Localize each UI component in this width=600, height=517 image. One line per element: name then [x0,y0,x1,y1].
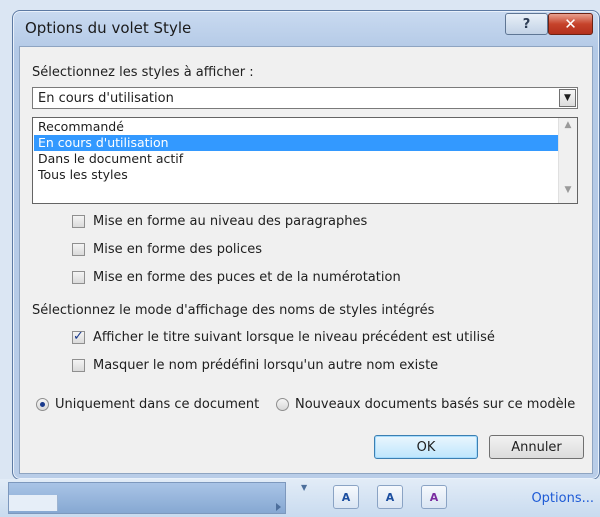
checkbox-hide-builtin-name[interactable]: Masquer le nom prédéfini lorsqu'un autre… [72,358,438,373]
cancel-button[interactable]: Annuler [489,435,584,459]
styles-dropdown-value: En cours d'utilisation [38,91,174,106]
checkbox-bullets-format[interactable]: Mise en forme des puces et de la numérot… [72,270,401,285]
dropdown-scrollbar[interactable]: ▲ ▼ [558,118,577,203]
radio-this-document[interactable]: Uniquement dans ce document [36,397,259,412]
checkbox-label: Mise en forme au niveau des paragraphes [93,214,368,229]
chevron-down-icon[interactable]: ▼ [559,89,576,107]
checkbox-show-next-heading[interactable]: Afficher le titre suivant lorsque le niv… [72,329,495,345]
dropdown-option-tous-les-styles[interactable]: Tous les styles [34,167,559,183]
scroll-down-icon[interactable]: ▼ [559,185,577,201]
new-style-icon[interactable]: A [333,485,359,509]
dialog-title: Options du volet Style [25,19,192,37]
manage-styles-icon[interactable]: A [421,485,447,509]
checkbox-label: Mise en forme des puces et de la numérot… [93,270,401,285]
checkbox-label: Afficher le titre suivant lorsque le niv… [93,330,495,345]
expand-arrow-icon[interactable] [276,503,281,511]
help-button[interactable]: ? [505,13,548,35]
checkbox-icon[interactable] [72,215,85,228]
radio-selected-icon[interactable] [36,398,49,411]
checkbox-checked-icon[interactable] [72,329,85,344]
select-styles-label: Sélectionnez les styles à afficher : [32,65,254,80]
dropdown-option-document-actif[interactable]: Dans le document actif [34,151,559,167]
checkbox-label: Mise en forme des polices [93,242,263,257]
dropdown-option-en-cours[interactable]: En cours d'utilisation [34,135,559,151]
radio-label: Nouveaux documents basés sur ce modèle [295,397,576,412]
close-button[interactable]: ✕ [548,13,593,35]
checkbox-icon[interactable] [72,243,85,256]
scroll-up-icon[interactable]: ▲ [559,120,577,136]
manage-styles-glyph: A [429,490,439,504]
radio-label: Uniquement dans ce document [55,397,260,412]
checkbox-font-format[interactable]: Mise en forme des polices [72,242,262,257]
styles-dropdown[interactable]: En cours d'utilisation ▼ [32,87,578,109]
dialog-body: Sélectionnez les styles à afficher : En … [19,46,593,474]
options-link[interactable]: Options... [531,491,594,506]
dialog-window: Options du volet Style ? ✕ Sélectionnez … [12,10,600,480]
pin-icon[interactable]: ▼ [301,483,307,492]
styles-pane-footer: ▼ A A A Options... [0,479,600,517]
radio-icon[interactable] [276,398,289,411]
checkbox-icon[interactable] [72,271,85,284]
dropdown-option-recommande[interactable]: Recommandé [34,119,559,135]
checkbox-paragraph-format[interactable]: Mise en forme au niveau des paragraphes [72,214,367,229]
styles-dropdown-list: Recommandé En cours d'utilisation Dans l… [32,117,578,204]
new-style-glyph: A [341,490,351,504]
style-inspector-glyph: A [385,490,395,504]
builtin-names-label: Sélectionnez le mode d'affichage des nom… [32,303,435,318]
radio-new-documents[interactable]: Nouveaux documents basés sur ce modèle [276,397,575,412]
checkbox-label: Masquer le nom prédéfini lorsqu'un autre… [93,358,439,373]
ok-button[interactable]: OK [374,435,478,459]
checkbox-icon[interactable] [72,359,85,372]
pane-background-strip [8,482,286,514]
style-inspector-icon[interactable]: A [377,485,403,509]
